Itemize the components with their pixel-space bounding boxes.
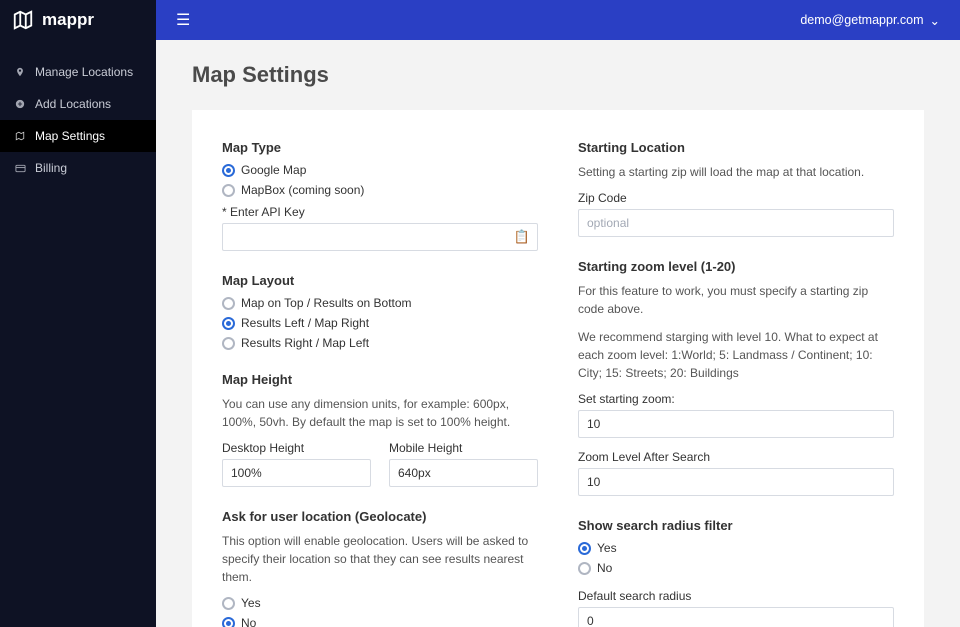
section-title: Map Layout — [222, 273, 538, 288]
settings-card: Map Type Google Map MapBox (coming soon)… — [192, 110, 924, 627]
radio-icon — [222, 164, 235, 177]
option-label: Results Right / Map Left — [241, 336, 369, 350]
zoom-after-label: Zoom Level After Search — [578, 450, 894, 464]
mobile-height-input[interactable] — [389, 459, 538, 487]
desktop-height-input[interactable] — [222, 459, 371, 487]
user-email: demo@getmappr.com — [800, 13, 923, 27]
left-column: Map Type Google Map MapBox (coming soon)… — [222, 140, 538, 627]
map-type-google[interactable]: Google Map — [222, 163, 538, 177]
geolocate-yes[interactable]: Yes — [222, 596, 538, 610]
topbar: ☰ demo@getmappr.com ⌄ — [156, 0, 960, 40]
content: Map Settings Map Type Google Map MapBox … — [156, 40, 960, 627]
layout-left-right[interactable]: Results Left / Map Right — [222, 316, 538, 330]
brand-name: mappr — [42, 10, 94, 30]
map-height-section: Map Height You can use any dimension uni… — [222, 372, 538, 487]
starting-location-section: Starting Location Setting a starting zip… — [578, 140, 894, 237]
radio-icon — [222, 184, 235, 197]
option-label: Map on Top / Results on Bottom — [241, 296, 412, 310]
radio-icon — [222, 337, 235, 350]
sidebar: mappr Manage Locations Add Locations Map… — [0, 0, 156, 627]
zip-input[interactable] — [578, 209, 894, 237]
chevron-down-icon: ⌄ — [930, 13, 940, 28]
radius-no[interactable]: No — [578, 561, 894, 575]
layout-top-bottom[interactable]: Map on Top / Results on Bottom — [222, 296, 538, 310]
card-icon — [14, 162, 26, 174]
help-text: For this feature to work, you must speci… — [578, 282, 894, 318]
help-text: Setting a starting zip will load the map… — [578, 163, 894, 181]
radio-icon — [222, 617, 235, 627]
option-label: Google Map — [241, 163, 306, 177]
set-zoom-label: Set starting zoom: — [578, 392, 894, 406]
api-key-label: * Enter API Key — [222, 205, 538, 219]
option-label: Yes — [597, 541, 617, 555]
right-column: Starting Location Setting a starting zip… — [578, 140, 894, 627]
zoom-section: Starting zoom level (1-20) For this feat… — [578, 259, 894, 496]
default-radius-label: Default search radius — [578, 589, 894, 603]
section-title: Starting zoom level (1-20) — [578, 259, 894, 274]
desktop-height-label: Desktop Height — [222, 441, 371, 455]
sidebar-item-label: Billing — [35, 161, 67, 175]
radio-icon — [222, 297, 235, 310]
nav: Manage Locations Add Locations Map Setti… — [0, 40, 156, 184]
help-text: This option will enable geolocation. Use… — [222, 532, 538, 586]
geolocate-section: Ask for user location (Geolocate) This o… — [222, 509, 538, 627]
radius-section: Show search radius filter Yes No Default… — [578, 518, 894, 627]
mobile-height-label: Mobile Height — [389, 441, 538, 455]
section-title: Map Type — [222, 140, 538, 155]
sidebar-item-label: Map Settings — [35, 129, 105, 143]
option-label: No — [597, 561, 612, 575]
radio-icon — [578, 542, 591, 555]
radio-icon — [222, 317, 235, 330]
help-text: We recommend starging with level 10. Wha… — [578, 328, 894, 382]
zoom-after-input[interactable] — [578, 468, 894, 496]
option-label: No — [241, 616, 256, 627]
sidebar-item-manage-locations[interactable]: Manage Locations — [0, 56, 156, 88]
page-title: Map Settings — [192, 62, 924, 88]
zip-label: Zip Code — [578, 191, 894, 205]
clipboard-icon[interactable]: 📋 — [514, 229, 530, 245]
layout-right-left[interactable]: Results Right / Map Left — [222, 336, 538, 350]
map-type-mapbox[interactable]: MapBox (coming soon) — [222, 183, 538, 197]
main: ☰ demo@getmappr.com ⌄ Map Settings Map T… — [156, 0, 960, 627]
brand: mappr — [0, 0, 156, 40]
radius-yes[interactable]: Yes — [578, 541, 894, 555]
option-label: Results Left / Map Right — [241, 316, 369, 330]
map-icon — [14, 130, 26, 142]
radio-icon — [222, 597, 235, 610]
set-zoom-input[interactable] — [578, 410, 894, 438]
section-title: Ask for user location (Geolocate) — [222, 509, 538, 524]
sidebar-item-billing[interactable]: Billing — [0, 152, 156, 184]
sidebar-item-add-locations[interactable]: Add Locations — [0, 88, 156, 120]
option-label: MapBox (coming soon) — [241, 183, 364, 197]
geolocate-no[interactable]: No — [222, 616, 538, 627]
section-title: Starting Location — [578, 140, 894, 155]
help-text: You can use any dimension units, for exa… — [222, 395, 538, 431]
pin-icon — [14, 66, 26, 78]
user-menu[interactable]: demo@getmappr.com ⌄ — [800, 13, 940, 28]
map-icon — [12, 9, 34, 31]
section-title: Map Height — [222, 372, 538, 387]
api-key-input[interactable] — [222, 223, 538, 251]
sidebar-item-label: Manage Locations — [35, 65, 133, 79]
map-type-section: Map Type Google Map MapBox (coming soon)… — [222, 140, 538, 251]
map-layout-section: Map Layout Map on Top / Results on Botto… — [222, 273, 538, 350]
option-label: Yes — [241, 596, 261, 610]
default-radius-input[interactable] — [578, 607, 894, 627]
hamburger-icon[interactable]: ☰ — [176, 10, 190, 30]
radio-icon — [578, 562, 591, 575]
section-title: Show search radius filter — [578, 518, 894, 533]
sidebar-item-map-settings[interactable]: Map Settings — [0, 120, 156, 152]
plus-circle-icon — [14, 98, 26, 110]
sidebar-item-label: Add Locations — [35, 97, 111, 111]
